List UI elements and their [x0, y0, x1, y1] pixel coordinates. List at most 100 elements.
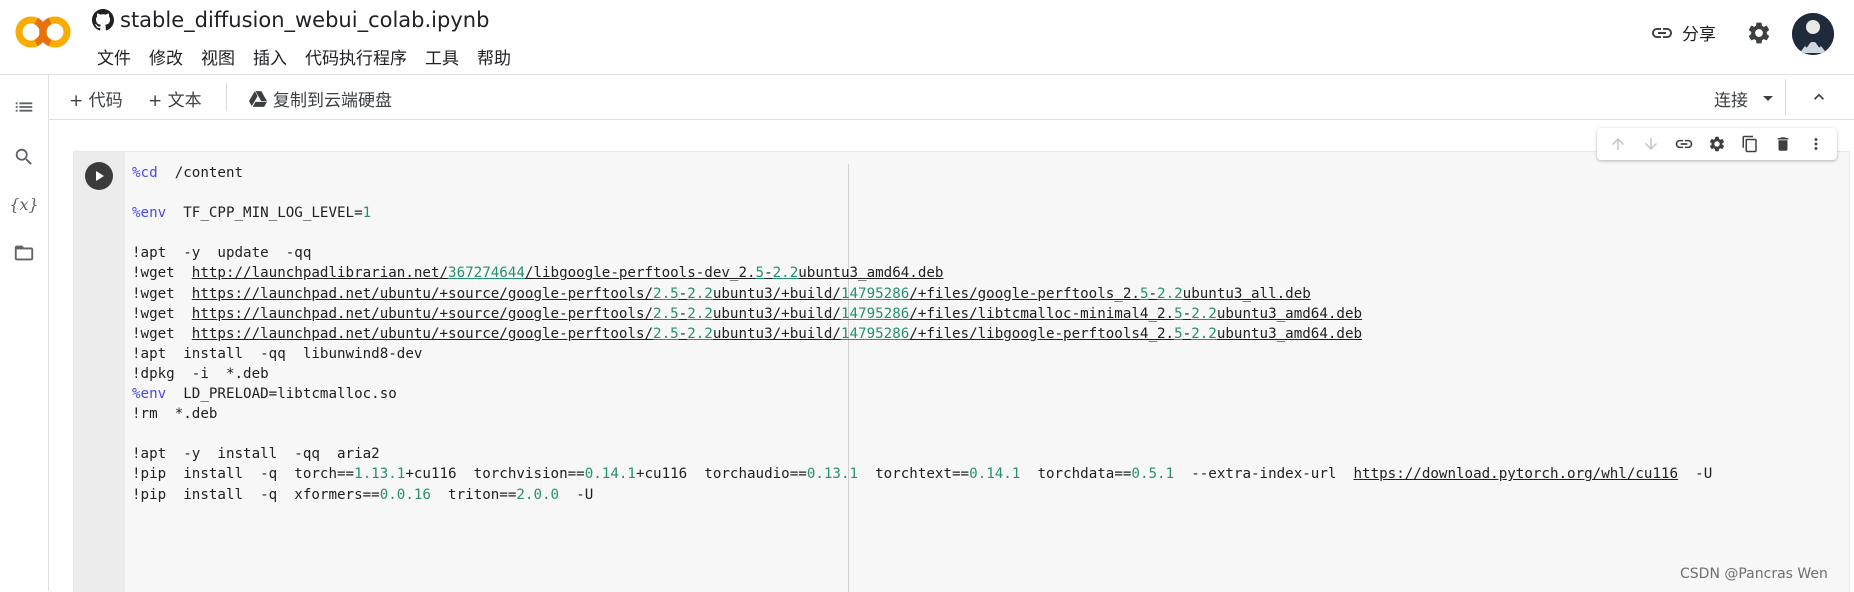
code-token[interactable]: 2.2 [1191, 306, 1217, 322]
connect-label: 连接 [1714, 91, 1748, 111]
code-token[interactable]: 2.5 [653, 306, 679, 322]
code-token[interactable]: 5 [1174, 326, 1183, 342]
code-token[interactable]: /+files/libgoogle-perftools4_2. [909, 326, 1174, 342]
code-token[interactable]: https://launchpad.net/ubuntu/+source/goo… [192, 326, 653, 342]
code-token[interactable]: 2.2 [773, 265, 799, 281]
code-token[interactable]: - [1183, 306, 1192, 322]
menu-help[interactable]: 帮助 [468, 44, 520, 69]
code-token[interactable]: 5 [756, 265, 765, 281]
code-token[interactable]: - [764, 265, 773, 281]
cell-gutter [74, 152, 125, 592]
code-token: +cu116 torchvision== [405, 466, 585, 483]
code-token: /content [157, 165, 244, 181]
colab-logo[interactable] [14, 12, 72, 52]
code-token: 0.0.16 [379, 486, 431, 503]
code-token[interactable]: /libgoogle-perftools-dev_2. [525, 265, 756, 281]
code-line: %cd /content [132, 163, 1712, 183]
code-token[interactable]: /+files/google-perftools_2. [909, 286, 1140, 302]
notebook-title[interactable]: stable_diffusion_webui_colab.ipynb [92, 8, 489, 32]
code-token[interactable]: 2.2 [1191, 326, 1217, 342]
code-token[interactable]: 2.2 [687, 286, 713, 302]
move-cell-up-button[interactable] [1606, 132, 1630, 156]
code-token[interactable]: ubuntu3_amd64.deb [1217, 326, 1362, 342]
add-code-button[interactable]: + 代码 [69, 86, 123, 111]
code-editor[interactable]: %cd /content %env TF_CPP_MIN_LOG_LEVEL=1… [132, 163, 1712, 505]
collapse-header-button[interactable] [1809, 87, 1829, 111]
more-options-button[interactable] [1804, 132, 1828, 156]
code-token[interactable]: ubuntu3_amd64.deb [798, 265, 943, 281]
menu-insert[interactable]: 插入 [244, 44, 296, 69]
code-token: -U [1678, 466, 1713, 483]
settings-button[interactable] [1746, 20, 1772, 50]
code-token: !wget [132, 285, 192, 302]
menu-edit[interactable]: 修改 [140, 44, 192, 69]
code-token[interactable]: ubuntu3_amd64.deb [1217, 306, 1362, 322]
menu-file[interactable]: 文件 [88, 44, 140, 69]
code-token: !apt -y install -qq aria2 [132, 446, 380, 463]
code-token[interactable]: 2.5 [653, 326, 679, 342]
code-token[interactable]: - [679, 286, 688, 302]
arrow-down-icon [1644, 138, 1657, 150]
code-line: !apt install -qq libunwind8-dev [132, 344, 1712, 364]
code-token: !dpkg -i *.deb [132, 365, 269, 382]
code-token: --extra-index-url [1174, 466, 1354, 483]
code-token[interactable]: /+files/libtcmalloc-minimal4_2. [909, 306, 1174, 322]
run-cell-button[interactable] [85, 162, 113, 190]
chevron-up-icon [1814, 93, 1824, 100]
code-token[interactable]: 2.5 [653, 286, 679, 302]
code-token[interactable]: https://download.pytorch.org/whl/cu116 [1354, 466, 1679, 482]
code-token[interactable]: https://launchpad.net/ubuntu/+source/goo… [192, 286, 653, 302]
copy-to-drive-button[interactable]: 复制到云端硬盘 [249, 86, 392, 111]
share-button[interactable]: 分享 [1650, 20, 1716, 45]
connect-button[interactable]: 连接 [1714, 86, 1774, 111]
search-icon[interactable] [12, 145, 36, 169]
code-token: -U [559, 486, 594, 503]
menu-runtime[interactable]: 代码执行程序 [296, 44, 416, 69]
code-token: 0.13.1 [806, 466, 859, 483]
code-token[interactable]: http://launchpadlibrarian.net/ [192, 265, 448, 281]
code-token[interactable]: 367274644 [448, 265, 525, 281]
code-token: !rm *.deb [132, 406, 218, 423]
code-token[interactable]: - [1148, 286, 1157, 302]
code-line: !wget https://launchpad.net/ubuntu/+sour… [132, 304, 1712, 324]
code-token: %cd [132, 165, 158, 181]
code-token[interactable]: ubuntu3/+build/ [713, 326, 841, 342]
code-token[interactable]: - [679, 326, 688, 342]
code-token[interactable]: 2.2 [687, 326, 713, 342]
mirror-cell-button[interactable] [1738, 132, 1762, 156]
code-token[interactable]: 14795286 [841, 286, 909, 302]
code-token[interactable]: 14795286 [841, 306, 909, 322]
code-token[interactable]: 2.2 [1157, 286, 1183, 302]
menu-tools[interactable]: 工具 [416, 44, 468, 69]
folder-icon[interactable] [12, 241, 36, 265]
code-token[interactable]: https://launchpad.net/ubuntu/+source/goo… [192, 306, 653, 322]
code-token[interactable]: - [679, 306, 688, 322]
code-token[interactable]: - [1183, 326, 1192, 342]
drive-icon [249, 90, 267, 107]
move-cell-down-button[interactable] [1639, 132, 1663, 156]
delete-cell-button[interactable] [1771, 132, 1795, 156]
code-token[interactable]: ubuntu3_all.deb [1183, 286, 1311, 302]
cell-toolbar [1597, 128, 1837, 160]
code-token[interactable]: 14795286 [841, 326, 909, 342]
add-code-label: + 代码 [69, 91, 123, 111]
notebook-filename[interactable]: stable_diffusion_webui_colab.ipynb [120, 8, 489, 32]
avatar[interactable] [1792, 13, 1834, 55]
code-token: %env [132, 205, 167, 222]
code-token[interactable]: ubuntu3/+build/ [713, 306, 841, 322]
add-text-button[interactable]: + 文本 [148, 86, 202, 111]
add-text-label: + 文本 [148, 91, 202, 111]
cell-settings-button[interactable] [1705, 132, 1729, 156]
toc-icon[interactable] [12, 95, 36, 119]
mirror-cell-icon [1742, 135, 1757, 153]
code-token[interactable]: 5 [1174, 306, 1183, 322]
variables-icon[interactable]: {x} [9, 192, 38, 216]
code-token[interactable]: 2.2 [687, 306, 713, 322]
watermark: CSDN @Pancras Wen [1680, 566, 1828, 582]
link-cell-button[interactable] [1672, 132, 1696, 156]
gear-icon [1748, 22, 1770, 44]
code-token[interactable]: ubuntu3/+build/ [713, 286, 841, 302]
menu-view[interactable]: 视图 [192, 44, 244, 69]
